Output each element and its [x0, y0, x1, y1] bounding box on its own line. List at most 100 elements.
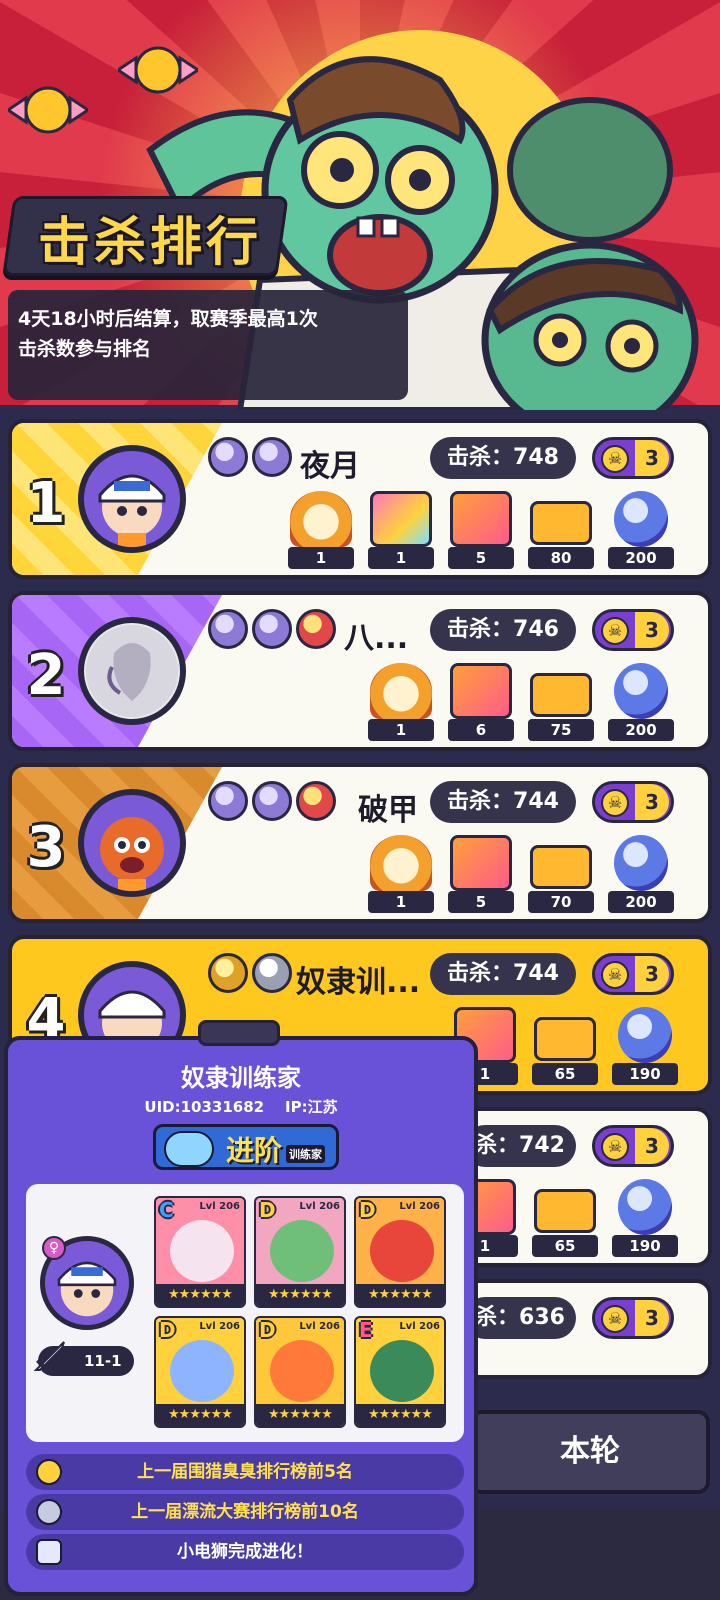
pet-card[interactable]: D Lvl 206 ★★★★★★	[254, 1316, 346, 1428]
reward-list: 1 1 5 80 200	[288, 491, 674, 569]
pet-card[interactable]: D Lvl 206 ★★★★★★	[254, 1196, 346, 1308]
achievement-text: 上一届漂流大赛排行榜前10名	[131, 1502, 359, 1522]
achievement-text: 上一届围猎臭臭排行榜前5名	[137, 1462, 353, 1482]
card-pack-icon	[450, 491, 512, 547]
achievement-row: 小电狮完成进化！	[26, 1534, 464, 1570]
pet-grade: D	[259, 1198, 276, 1222]
skull-token-icon: ☠	[601, 789, 629, 817]
pet-stars: ★★★★★★	[256, 1404, 344, 1426]
medal-icon	[208, 781, 248, 821]
tab-current-round[interactable]: 本轮	[470, 1410, 710, 1494]
reward-ticket[interactable]: 65	[532, 1007, 598, 1085]
player-name: 奴隶训...	[296, 965, 421, 1000]
rank-number: 1	[26, 471, 66, 536]
page-title: 击杀排行	[38, 213, 263, 273]
reward-list: 1 65 190	[452, 1179, 678, 1257]
token-badge: ☠ 3	[592, 437, 674, 479]
trainer-rank-badge: 进阶 训练家	[153, 1124, 339, 1170]
player-info-popup[interactable]: 奴隶训练家 UID:10331682 IP:江苏 进阶 训练家 ♀ 11-1 C…	[4, 1036, 478, 1596]
achievement-text: 小电狮完成进化！	[177, 1542, 313, 1562]
medal-group	[208, 609, 336, 649]
reward-ticket[interactable]: 70	[528, 835, 594, 913]
reward-ticket[interactable]: 65	[532, 1179, 598, 1257]
reward-pack[interactable]: 6	[448, 663, 514, 741]
pet-stars: ★★★★★★	[356, 1404, 444, 1426]
avatar[interactable]	[78, 445, 186, 553]
female-icon: ♀	[42, 1236, 66, 1260]
ticket-icon	[534, 1189, 596, 1233]
kill-count: 杀：742	[464, 1125, 576, 1167]
token-count: 3	[635, 1300, 669, 1336]
frame-icon	[290, 491, 352, 547]
kill-count: 击杀：748	[430, 437, 576, 479]
medal-icon	[208, 609, 248, 649]
achievement-row: 上一届围猎臭臭排行榜前5名	[26, 1454, 464, 1490]
pet-portrait	[270, 1340, 334, 1402]
reward-orb[interactable]: 200	[608, 491, 674, 569]
medal-icon	[296, 609, 336, 649]
sword-icon	[33, 1341, 65, 1371]
reward-ticket[interactable]: 80	[528, 491, 594, 569]
reward-avatar-frame[interactable]: 1	[288, 491, 354, 569]
reward-list: 1 5 70 200	[368, 835, 674, 913]
kill-count: 击杀：744	[430, 953, 576, 995]
reward-orb[interactable]: 200	[608, 663, 674, 741]
popup-player-name: 奴隶训练家	[181, 1064, 301, 1092]
pet-grade: D	[159, 1318, 176, 1342]
silver-medal-icon	[36, 1499, 62, 1525]
pet-portrait	[170, 1340, 234, 1402]
rank-number: 2	[26, 643, 66, 708]
ticket-icon	[530, 845, 592, 889]
pet-card[interactable]: C Lvl 206 ★★★★★★	[154, 1196, 246, 1308]
ranking-row[interactable]: 2 八... 击杀：746 ☠ 3 1 6 75 200	[8, 591, 712, 751]
reward-pack[interactable]: 5	[448, 491, 514, 569]
medal-icon	[252, 437, 292, 477]
skull-token-icon: ☠	[601, 961, 629, 989]
token-badge: ☠ 3	[592, 781, 674, 823]
skull-token-icon: ☠	[601, 445, 629, 473]
medal-group	[208, 437, 292, 477]
reward-list: 1 6 75 200	[368, 663, 674, 741]
popup-pointer	[198, 1020, 280, 1046]
medal-icon	[296, 781, 336, 821]
avatar[interactable]	[78, 789, 186, 897]
popup-uid-line: UID:10331682 IP:江苏	[8, 1096, 474, 1117]
reward-avatar-frame[interactable]: 1	[368, 663, 434, 741]
reward-avatar-frame[interactable]: 1	[368, 835, 434, 913]
orb-icon	[618, 1179, 672, 1235]
reward-ticket[interactable]: 75	[528, 663, 594, 741]
token-count: 3	[635, 440, 669, 476]
medal-icon	[252, 953, 292, 993]
token-count: 3	[635, 612, 669, 648]
rank-number: 3	[26, 815, 66, 880]
reward-orb[interactable]: 190	[612, 1007, 678, 1085]
pet-portrait	[270, 1220, 334, 1282]
pet-card[interactable]: D Lvl 206 ★★★★★★	[154, 1316, 246, 1428]
reward-pack[interactable]: 5	[448, 835, 514, 913]
settlement-info-line2: 击杀数参与排名	[18, 338, 152, 360]
player-ip: IP:江苏	[285, 1098, 338, 1116]
pet-stars: ★★★★★★	[256, 1284, 344, 1306]
medal-icon	[252, 781, 292, 821]
ticket-icon	[530, 673, 592, 717]
reward-orb[interactable]: 190	[612, 1179, 678, 1257]
trainer-rank-title: 进阶	[226, 1134, 283, 1167]
skull-token-icon: ☠	[601, 1305, 629, 1333]
medal-icon	[208, 437, 248, 477]
pet-level: Lvl 206	[299, 1201, 340, 1212]
avatar[interactable]	[78, 617, 186, 725]
pet-card[interactable]: E Lvl 206 ★★★★★★	[354, 1316, 446, 1428]
team-panel: ♀ 11-1 C Lvl 206 ★★★★★★ D Lvl 206 ★★★★★★…	[26, 1184, 464, 1442]
achievement-row: 上一届漂流大赛排行榜前10名	[26, 1494, 464, 1530]
reward-orb[interactable]: 200	[608, 835, 674, 913]
pet-level: Lvl 206	[199, 1321, 240, 1332]
pet-level: Lvl 206	[399, 1321, 440, 1332]
pet-stars: ★★★★★★	[356, 1284, 444, 1306]
ranking-row[interactable]: 3 破甲 击杀：744 ☠ 3 1 5 70 200	[8, 763, 712, 923]
ranking-row[interactable]: 1 夜月 击杀：748 ☠ 3 1 1 5 80 200	[8, 419, 712, 579]
pet-portrait	[370, 1220, 434, 1282]
pet-card[interactable]: D Lvl 206 ★★★★★★	[354, 1196, 446, 1308]
token-badge: ☠ 3	[592, 1297, 674, 1339]
pet-grade: D	[259, 1318, 276, 1342]
reward-card[interactable]: 1	[368, 491, 434, 569]
